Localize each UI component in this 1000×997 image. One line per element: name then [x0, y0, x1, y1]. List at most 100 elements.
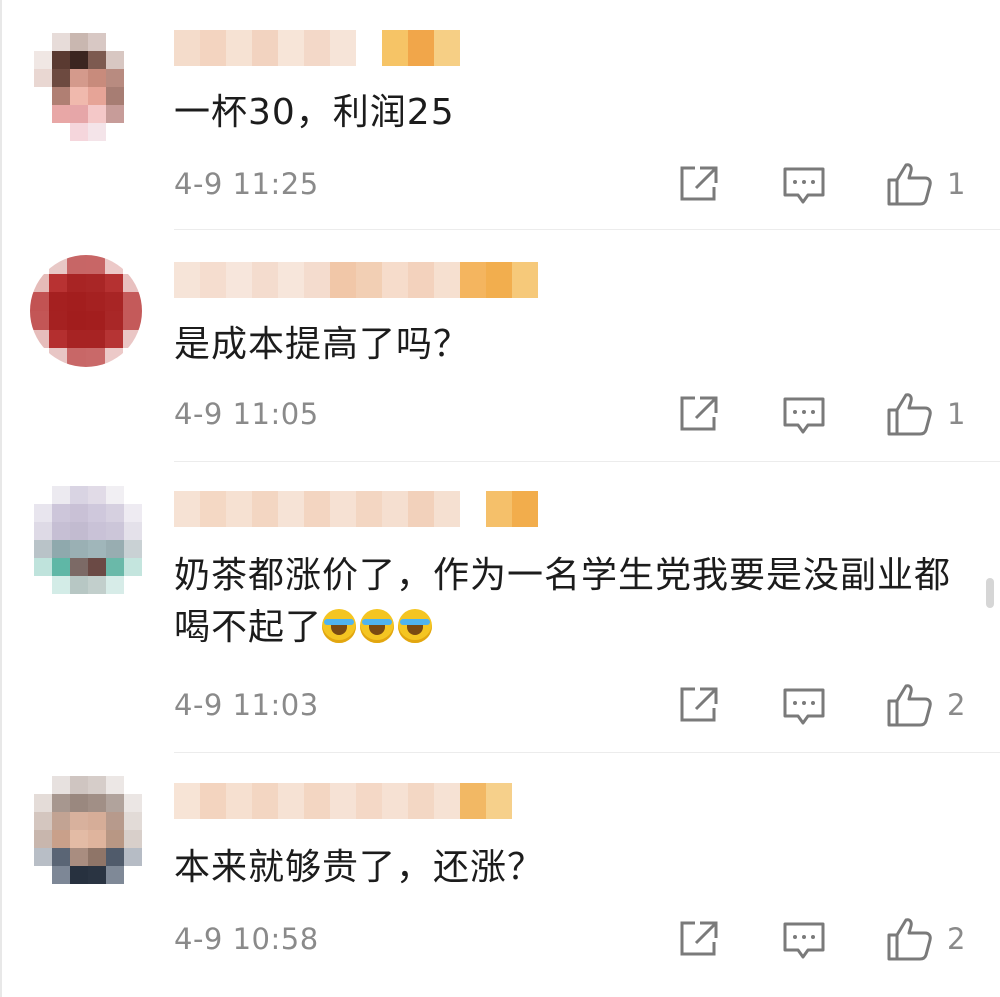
avatar-pixel: [85, 255, 105, 274]
avatar-pixel: [70, 540, 88, 558]
avatar-pixel: [104, 292, 124, 311]
avatar-pixel: [88, 794, 106, 812]
comment-text: 一杯30，利润25: [174, 92, 455, 133]
username-blurred[interactable]: [174, 262, 538, 298]
avatar-pixel: [70, 105, 88, 123]
avatar-pixel: [88, 105, 106, 123]
avatar-pixel: [67, 348, 86, 367]
username-pixel: [304, 783, 330, 819]
username-pixel: [174, 491, 200, 527]
avatar-pixel: [85, 310, 105, 330]
username-pixel: [434, 30, 460, 66]
username-pixel: [252, 30, 278, 66]
username-blurred[interactable]: [174, 491, 538, 527]
username-pixel: [252, 783, 278, 819]
avatar-pixel: [52, 33, 70, 51]
username-pixel: [278, 491, 304, 527]
avatar-pixel: [70, 522, 88, 540]
avatar-pixel: [70, 69, 88, 87]
username-pixel: [408, 30, 434, 66]
avatar-pixel: [70, 776, 88, 794]
avatar-pixel: [34, 87, 52, 105]
avatar-pixel: [124, 105, 142, 123]
like-thumb-icon[interactable]: [886, 391, 934, 437]
avatar-pixel: [106, 105, 124, 123]
comment-text: 是成本提高了吗？: [174, 324, 471, 365]
avatar-pixel: [124, 830, 142, 848]
avatar-pixel: [48, 273, 68, 293]
avatar-pixel: [106, 522, 124, 540]
username-blurred[interactable]: [174, 30, 460, 66]
avatar-pixel: [124, 776, 142, 794]
laugh-cry-emoji-icon: [322, 609, 357, 643]
username-pixel: [226, 783, 252, 819]
avatar-pixel: [52, 848, 70, 866]
avatar-pixel: [52, 794, 70, 812]
avatar-pixel: [52, 540, 70, 558]
avatar-pixel: [88, 33, 106, 51]
avatar[interactable]: [30, 255, 142, 367]
avatar-pixel: [124, 576, 142, 594]
avatar-pixel: [34, 794, 52, 812]
avatar-pixel: [34, 866, 52, 884]
avatar-pixel: [104, 255, 124, 274]
avatar-pixel: [34, 558, 52, 576]
avatar-pixel: [106, 866, 124, 884]
like-count: 1: [947, 167, 966, 201]
username-pixel: [460, 262, 486, 298]
avatar-pixel: [30, 273, 49, 293]
avatar-pixel: [67, 273, 86, 293]
comment-reply-icon[interactable]: [782, 396, 826, 436]
avatar-pixel: [106, 558, 124, 576]
avatar-pixel: [52, 504, 70, 522]
username-pixel: [512, 262, 538, 298]
comment-reply-icon[interactable]: [782, 166, 826, 206]
scrollbar-thumb[interactable]: [986, 578, 994, 608]
avatar-pixel: [88, 848, 106, 866]
avatar-pixel: [52, 51, 70, 69]
username-pixel: [486, 491, 512, 527]
avatar[interactable]: [34, 776, 142, 884]
username-pixel: [382, 30, 408, 66]
like-thumb-icon[interactable]: [886, 682, 934, 728]
avatar-pixel: [48, 348, 68, 367]
avatar-pixel: [104, 329, 124, 349]
comment-divider: [174, 461, 1000, 462]
avatar-pixel: [123, 255, 142, 274]
comment-timestamp: 4-9 11:05: [174, 397, 319, 431]
avatar-pixel: [88, 866, 106, 884]
username-pixel: [200, 783, 226, 819]
username-pixel: [356, 783, 382, 819]
avatar-pixel: [52, 69, 70, 87]
avatar-pixel: [124, 69, 142, 87]
avatar-pixel: [106, 123, 124, 141]
avatar-pixel: [123, 348, 142, 367]
username-pixel: [174, 262, 200, 298]
avatar[interactable]: [34, 33, 142, 141]
username-pixel: [226, 262, 252, 298]
avatar-pixel: [67, 329, 86, 349]
comment-reply-icon[interactable]: [782, 921, 826, 961]
share-icon[interactable]: [678, 165, 720, 203]
share-icon[interactable]: [678, 395, 720, 433]
avatar-pixel: [30, 310, 49, 330]
like-thumb-icon[interactable]: [886, 161, 934, 207]
username-blurred[interactable]: [174, 783, 512, 819]
like-thumb-icon[interactable]: [886, 916, 934, 962]
avatar-pixel: [70, 794, 88, 812]
avatar-pixel: [88, 522, 106, 540]
username-pixel: [330, 262, 356, 298]
avatar-pixel: [104, 273, 124, 293]
username-pixel: [278, 783, 304, 819]
username-pixel: [200, 491, 226, 527]
avatar-pixel: [30, 329, 49, 349]
avatar-pixel: [52, 776, 70, 794]
avatar-pixel: [34, 69, 52, 87]
comment-reply-icon[interactable]: [782, 687, 826, 727]
avatar-pixel: [85, 329, 105, 349]
avatar[interactable]: [34, 486, 142, 594]
share-icon[interactable]: [678, 920, 720, 958]
share-icon[interactable]: [678, 686, 720, 724]
avatar-pixel: [124, 51, 142, 69]
avatar-pixel: [88, 576, 106, 594]
